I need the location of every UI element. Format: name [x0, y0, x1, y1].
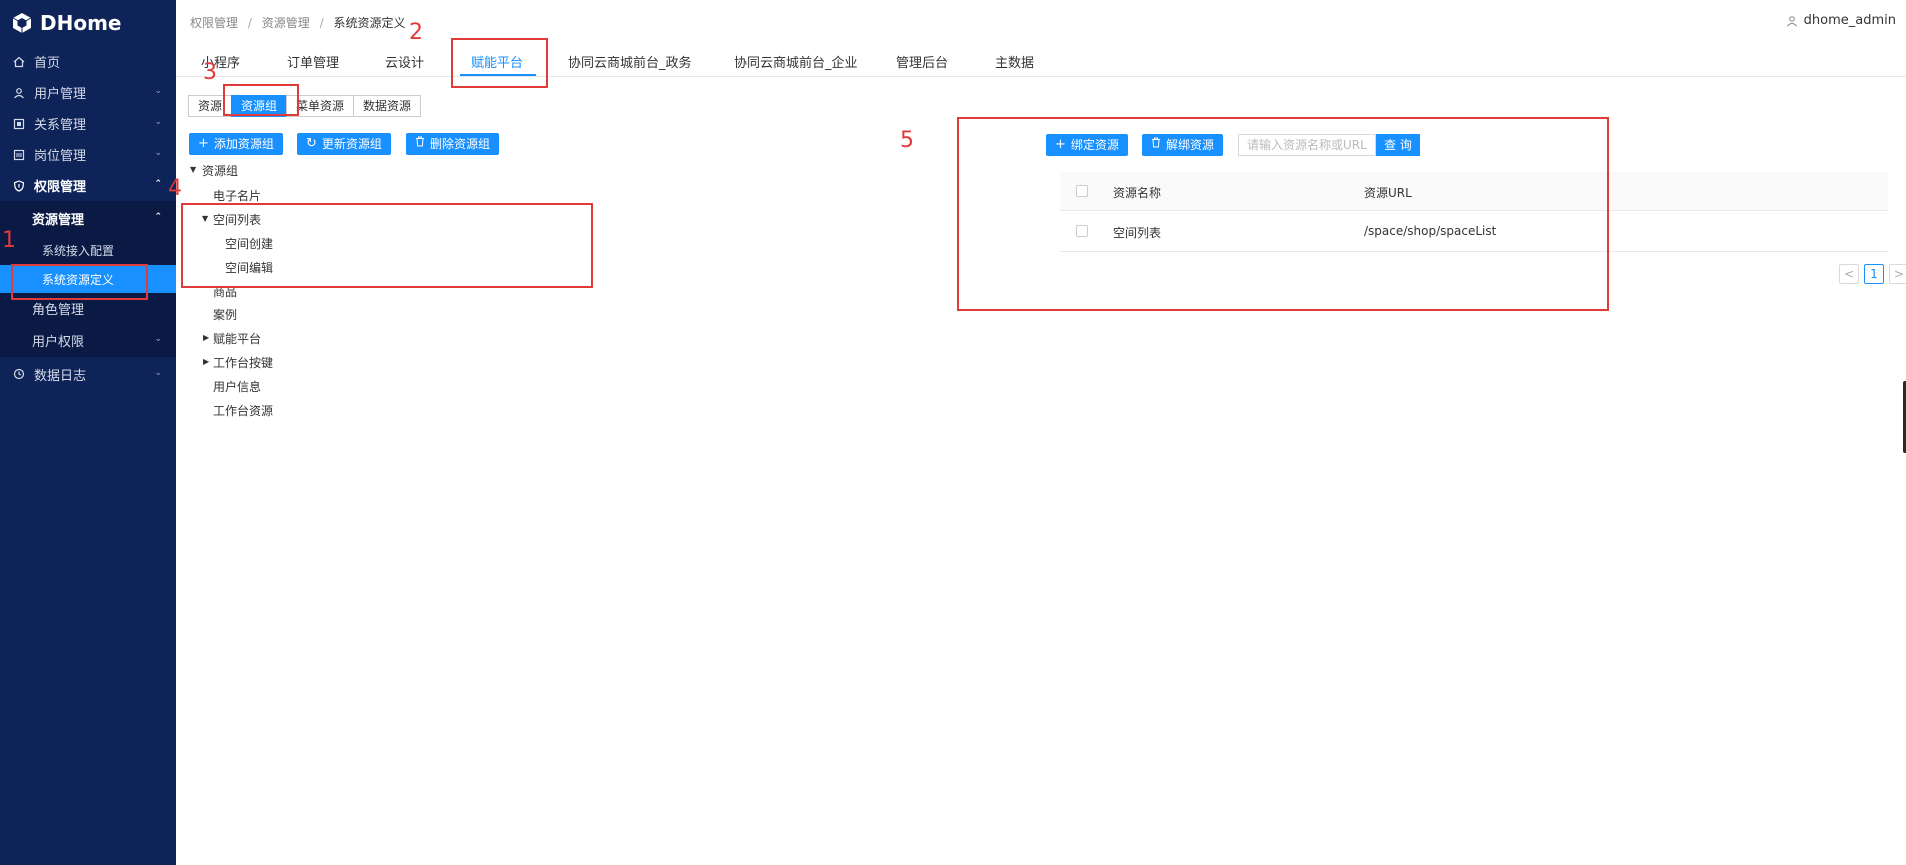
breadcrumb-item[interactable]: 资源管理 — [262, 16, 310, 30]
sidebar-item-label: 系统接入配置 — [42, 243, 115, 258]
caret-right-icon[interactable]: ▶ — [203, 333, 209, 342]
pagination-page[interactable]: 1 — [1864, 264, 1884, 284]
tree-node[interactable]: 赋能平台 — [213, 330, 261, 347]
system-tabs: 小程序 订单管理 云设计 赋能平台 协同云商城前台_政务 协同云商城前台_企业 … — [176, 46, 1906, 77]
tab-collab-gov[interactable]: 协同云商城前台_政务 — [568, 52, 692, 71]
post-icon — [12, 148, 26, 162]
update-resource-group-button[interactable]: ↻ 更新资源组 — [297, 133, 391, 155]
sidebar-item-data-log[interactable]: 数据日志 ⌄ — [0, 357, 176, 391]
tree-node-root[interactable]: 资源组 — [202, 162, 238, 179]
sidebar-item-label: 关系管理 — [34, 118, 87, 133]
tab-master-data[interactable]: 主数据 — [995, 52, 1034, 71]
annotation-label-4: 4 — [168, 176, 182, 201]
sidebar-item-user-management[interactable]: 用户管理 ⌄ — [0, 77, 176, 108]
tab-order-management[interactable]: 订单管理 — [287, 52, 339, 71]
sidebar-item-home[interactable]: 首页 — [0, 46, 176, 77]
sidebar-item-label: 首页 — [34, 56, 61, 71]
annotation-box-2 — [451, 38, 548, 88]
sidebar-item-user-permission[interactable]: 用户权限 ⌄ — [0, 323, 176, 357]
annotation-box-3 — [223, 84, 299, 116]
sidebar: DHome 首页 用户管理 ⌄ 关系管理 ⌄ 岗位管理 ⌄ 权限管理 ⌃ 资源管… — [0, 0, 176, 865]
tab-collab-enterprise[interactable]: 协同云商城前台_企业 — [734, 52, 858, 71]
sidebar-item-label: 角色管理 — [32, 302, 85, 318]
annotation-box-1 — [11, 264, 148, 300]
app-root: DHome 首页 用户管理 ⌄ 关系管理 ⌄ 岗位管理 ⌄ 权限管理 ⌃ 资源管… — [0, 0, 1906, 865]
chevron-up-icon: ⌃ — [154, 212, 162, 222]
sidebar-item-label: 权限管理 — [34, 180, 87, 195]
chevron-down-icon: ⌄ — [154, 86, 162, 96]
log-icon — [12, 367, 26, 381]
sidebar-item-resource-management[interactable]: 资源管理 ⌃ — [0, 201, 176, 235]
chevron-down-icon: ⌄ — [154, 148, 162, 158]
user-icon — [12, 86, 26, 100]
pagination-next[interactable]: > — [1889, 264, 1906, 284]
tree-node[interactable]: 电子名片 — [213, 187, 261, 204]
sidebar-item-label: 用户权限 — [32, 334, 85, 350]
sidebar-item-permission-management[interactable]: 权限管理 ⌃ — [0, 170, 176, 201]
logo-cube-icon — [12, 13, 32, 33]
annotation-label-2: 2 — [409, 20, 423, 45]
plus-icon: + — [198, 136, 209, 151]
sidebar-item-label: 资源管理 — [32, 212, 85, 228]
user-avatar-icon — [1786, 15, 1797, 26]
breadcrumb-item[interactable]: 权限管理 — [190, 16, 238, 30]
chevron-down-icon: ⌄ — [154, 368, 162, 378]
annotation-box-4 — [181, 203, 593, 288]
breadcrumb: 权限管理 / 资源管理 / 系统资源定义 — [190, 16, 406, 30]
chevron-up-icon: ⌃ — [154, 179, 162, 189]
segment-data-resource[interactable]: 数据资源 — [353, 95, 422, 117]
tree-node[interactable]: 工作台按键 — [213, 354, 273, 371]
caret-right-icon[interactable]: ▶ — [203, 357, 209, 366]
sidebar-item-label: 数据日志 — [34, 368, 87, 384]
tree-node[interactable]: 工作台资源 — [213, 402, 273, 419]
sidebar-item-system-access-config[interactable]: 系统接入配置 — [0, 235, 176, 265]
sidebar-item-post-management[interactable]: 岗位管理 ⌄ — [0, 139, 176, 170]
refresh-icon: ↻ — [306, 136, 317, 151]
tree-node[interactable]: 用户信息 — [213, 378, 261, 395]
tab-admin-backend[interactable]: 管理后台 — [896, 52, 948, 71]
tree-node[interactable]: 案例 — [213, 306, 237, 323]
delete-resource-group-button[interactable]: 删除资源组 — [406, 133, 500, 155]
chevron-down-icon: ⌄ — [154, 334, 162, 344]
caret-down-icon[interactable]: ▼ — [190, 165, 196, 174]
sidebar-item-relation-management[interactable]: 关系管理 ⌄ — [0, 108, 176, 139]
pagination-prev[interactable]: < — [1839, 264, 1859, 284]
breadcrumb-current: 系统资源定义 — [333, 16, 406, 30]
user-name: dhome_admin — [1803, 13, 1896, 28]
logo[interactable]: DHome — [0, 0, 176, 46]
trash-icon — [415, 133, 425, 155]
home-icon — [12, 55, 26, 69]
logo-text: DHome — [40, 11, 122, 35]
add-resource-group-button[interactable]: + 添加资源组 — [189, 133, 283, 155]
user-menu[interactable]: dhome_admin — [1786, 13, 1896, 28]
sidebar-item-label: 用户管理 — [34, 87, 87, 102]
sidebar-item-label: 岗位管理 — [34, 149, 87, 164]
annotation-label-1: 1 — [2, 228, 16, 253]
shield-icon — [12, 179, 26, 193]
tab-cloud-design[interactable]: 云设计 — [385, 52, 424, 71]
annotation-label-3: 3 — [203, 60, 217, 85]
chevron-down-icon: ⌄ — [154, 117, 162, 127]
annotation-label-5: 5 — [900, 128, 914, 153]
annotation-box-5 — [957, 117, 1609, 311]
relation-icon — [12, 117, 26, 131]
